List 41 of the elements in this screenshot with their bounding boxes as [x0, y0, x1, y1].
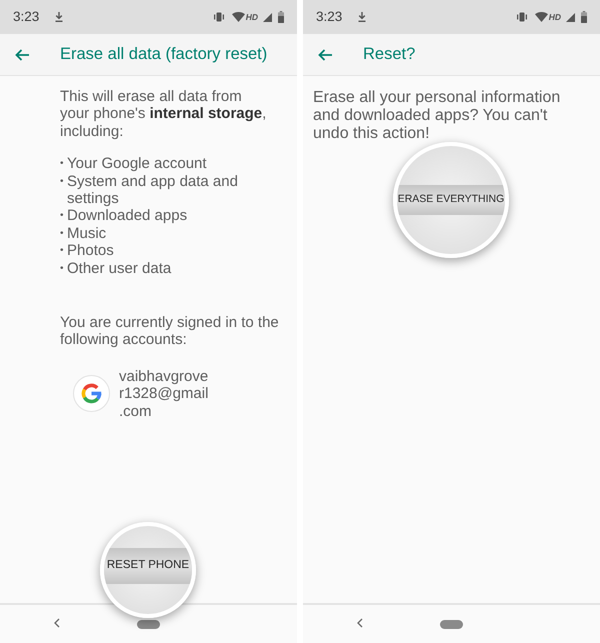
status-time: 3:23 — [316, 8, 342, 26]
erase-intro-text: This will erase all data from your phone's internal storage, including: — [60, 88, 268, 140]
back-arrow-icon[interactable] — [318, 48, 332, 60]
bullet-mark: • — [60, 157, 65, 172]
account-email: vaibhavgrover1328@gmail.com — [119, 368, 210, 420]
erase-item-text: Downloaded apps — [67, 207, 188, 225]
bullet-mark: • — [60, 244, 65, 258]
magnified-button[interactable]: ERASE EVERYTHING — [397, 185, 505, 215]
accounts-note-text: You are currently signed in to the following accounts: — [60, 314, 280, 349]
vibrate-icon — [212, 12, 225, 22]
signal-icon — [566, 12, 575, 22]
bullet-mark: • — [60, 226, 65, 241]
network-type-label: HD — [548, 12, 561, 22]
bullet-mark: • — [60, 209, 65, 224]
erase-item-text: Your Google account — [67, 155, 207, 173]
battery-icon — [581, 11, 587, 23]
wifi-icon — [534, 12, 548, 22]
network-type-label: HD — [246, 12, 258, 22]
bullet-mark: • — [60, 174, 65, 189]
bullet-mark: • — [60, 262, 65, 276]
signal-icon — [263, 12, 272, 22]
multicolor-g-icon — [73, 375, 110, 412]
battery-icon — [278, 11, 284, 23]
screen-title: Erase all data (factory reset) — [60, 44, 268, 66]
nav-back-icon[interactable] — [54, 618, 60, 628]
reset-warning-text: Erase all your personal information and downloaded apps? You can't undo this action! — [313, 89, 562, 143]
erase-item-text: Other user data — [67, 260, 172, 278]
download-icon — [358, 12, 366, 22]
magnified-button[interactable]: RESET PHONE — [104, 548, 192, 584]
home-pill-icon[interactable] — [440, 620, 463, 628]
screen-title: Reset? — [363, 44, 416, 66]
erase-item-text: Photos — [67, 242, 114, 260]
vibrate-icon — [516, 12, 528, 22]
erase-item-text: Music — [67, 224, 106, 242]
back-arrow-icon[interactable] — [15, 48, 29, 60]
nav-back-icon[interactable] — [357, 618, 363, 628]
status-time: 3:23 — [13, 8, 40, 26]
wifi-icon — [232, 12, 245, 22]
erase-item-text: System and app data and settings — [67, 172, 239, 208]
download-icon — [55, 12, 64, 22]
home-pill-icon[interactable] — [137, 620, 160, 628]
